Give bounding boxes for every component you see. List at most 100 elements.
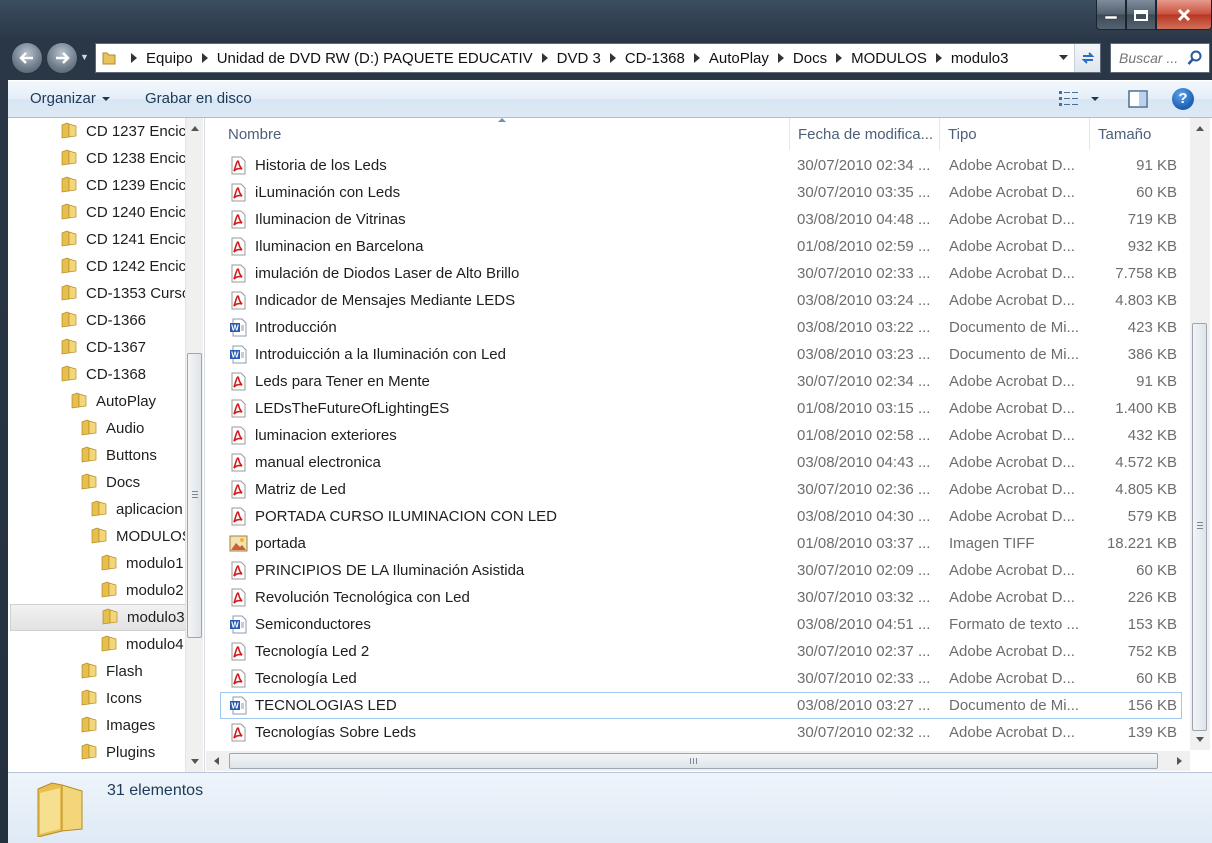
tree-item[interactable]: modulo1 bbox=[100, 550, 184, 577]
breadcrumb-separator[interactable] bbox=[131, 53, 137, 63]
scroll-thumb[interactable] bbox=[187, 353, 202, 638]
search-box[interactable] bbox=[1110, 43, 1210, 73]
file-name-cell[interactable]: portada bbox=[221, 534, 791, 553]
search-icon[interactable] bbox=[1187, 50, 1203, 66]
file-name-cell[interactable]: Leds para Tener en Mente bbox=[221, 372, 791, 391]
tree-item[interactable]: Images bbox=[80, 712, 184, 739]
file-row[interactable]: iLuminación con Leds 30/07/2010 03:35 ...… bbox=[220, 179, 1182, 206]
file-name-cell[interactable]: PORTADA CURSO ILUMINACION CON LED bbox=[221, 507, 791, 526]
tree-item[interactable]: AutoPlay bbox=[70, 388, 184, 415]
file-list-horizontal-scrollbar[interactable] bbox=[206, 751, 1190, 771]
preview-pane-icon[interactable] bbox=[1128, 89, 1148, 109]
file-row[interactable]: Tecnologías Sobre Leds 30/07/2010 02:32 .… bbox=[220, 719, 1182, 746]
tree-item[interactable]: CD 1237 Encicl bbox=[60, 118, 189, 145]
tree-item[interactable]: CD 1239 Encicl bbox=[60, 172, 189, 199]
nav-pane-vertical-scrollbar[interactable] bbox=[185, 118, 203, 772]
breadcrumb-item[interactable]: CD-1368 bbox=[625, 50, 685, 67]
breadcrumb-separator[interactable] bbox=[935, 53, 942, 63]
file-row[interactable]: LEDsTheFutureOfLightingES 01/08/2010 03:1… bbox=[220, 395, 1182, 422]
minimize-button[interactable] bbox=[1096, 0, 1126, 30]
file-name-cell[interactable]: PRINCIPIOS DE LA Iluminación Asistida bbox=[221, 561, 791, 580]
scroll-left-button[interactable] bbox=[208, 752, 225, 770]
tree-item[interactable]: CD-1368 bbox=[60, 361, 184, 388]
file-row[interactable]: Leds para Tener en Mente 30/07/2010 02:34… bbox=[220, 368, 1182, 395]
back-button[interactable] bbox=[11, 42, 43, 74]
file-name-cell[interactable]: imulación de Diodos Laser de Alto Brillo bbox=[221, 264, 791, 283]
organize-menu-button[interactable]: Organizar bbox=[30, 90, 110, 107]
tree-item[interactable]: CD 1240 Encicl bbox=[60, 199, 189, 226]
file-name-cell[interactable]: Tecnologías Sobre Leds bbox=[221, 723, 791, 742]
file-name-cell[interactable]: iLuminación con Leds bbox=[221, 183, 791, 202]
refresh-button[interactable] bbox=[1074, 44, 1100, 72]
file-name-cell[interactable]: Matriz de Led bbox=[221, 480, 791, 499]
file-row[interactable]: luminacion exteriores 01/08/2010 02:58 ..… bbox=[220, 422, 1182, 449]
tree-item[interactable]: CD 1238 Encicl bbox=[60, 145, 189, 172]
tree-item[interactable]: MODULOS bbox=[90, 523, 192, 550]
file-name-cell[interactable]: Historia de los Leds bbox=[221, 156, 791, 175]
breadcrumb-separator[interactable] bbox=[836, 53, 843, 63]
tree-item[interactable]: Audio bbox=[80, 415, 184, 442]
address-bar[interactable]: Equipo Unidad de DVD RW (D:) PAQUETE EDUC… bbox=[95, 43, 1101, 73]
tree-item[interactable]: CD-1353 Curso bbox=[60, 280, 190, 307]
tree-item[interactable]: Plugins bbox=[80, 739, 184, 766]
breadcrumb-separator[interactable] bbox=[609, 53, 616, 63]
file-name-cell[interactable]: Iluminacion en Barcelona bbox=[221, 237, 791, 256]
file-name-cell[interactable]: Indicador de Mensajes Mediante LEDS bbox=[221, 291, 791, 310]
tree-item[interactable]: CD 1242 Encicl bbox=[60, 253, 189, 280]
scroll-up-button[interactable] bbox=[1191, 120, 1209, 137]
file-list-vertical-scrollbar[interactable] bbox=[1190, 118, 1210, 750]
scroll-down-button[interactable] bbox=[186, 753, 203, 770]
breadcrumb-separator[interactable] bbox=[201, 53, 208, 63]
column-header-date[interactable]: Fecha de modifica... bbox=[790, 118, 940, 150]
burn-to-disc-button[interactable]: Grabar en disco bbox=[145, 90, 252, 107]
file-row[interactable]: manual electronica 03/08/2010 04:43 ... Ad… bbox=[220, 449, 1182, 476]
close-button[interactable] bbox=[1156, 0, 1212, 30]
search-input[interactable] bbox=[1119, 50, 1185, 66]
file-row[interactable]: Indicador de Mensajes Mediante LEDS 03/08… bbox=[220, 287, 1182, 314]
scroll-thumb[interactable] bbox=[229, 753, 1158, 769]
file-row[interactable]: portada 01/08/2010 03:37 ... Imagen TIFF 18… bbox=[220, 530, 1182, 557]
file-row[interactable]: W Introduicción a la Iluminación con Led 0… bbox=[220, 341, 1182, 368]
file-name-cell[interactable]: Revolución Tecnológica con Led bbox=[221, 588, 791, 607]
tree-item[interactable]: Icons bbox=[80, 685, 184, 712]
tree-item[interactable]: modulo2 bbox=[100, 577, 184, 604]
tree-item[interactable]: modulo4 bbox=[100, 631, 184, 658]
file-name-cell[interactable]: LEDsTheFutureOfLightingES bbox=[221, 399, 791, 418]
breadcrumb-item[interactable]: DVD 3 bbox=[557, 50, 601, 67]
tree-item[interactable]: CD 1241 Encicl bbox=[60, 226, 189, 253]
maximize-button[interactable] bbox=[1126, 0, 1156, 30]
breadcrumb-item[interactable]: MODULOS bbox=[851, 50, 927, 67]
scroll-down-button[interactable] bbox=[1191, 731, 1209, 748]
file-name-cell[interactable]: Tecnología Led bbox=[221, 669, 791, 688]
view-list-icon[interactable] bbox=[1059, 90, 1079, 108]
breadcrumb-separator[interactable] bbox=[693, 53, 700, 63]
tree-item[interactable]: modulo3 bbox=[10, 604, 186, 631]
file-row[interactable]: Revolución Tecnológica con Led 30/07/2010… bbox=[220, 584, 1182, 611]
breadcrumb-item[interactable]: Unidad de DVD RW (D:) PAQUETE EDUCATIV bbox=[217, 50, 533, 67]
file-row[interactable]: PORTADA CURSO ILUMINACION CON LED 03/08/2… bbox=[220, 503, 1182, 530]
file-name-cell[interactable]: Tecnología Led 2 bbox=[221, 642, 791, 661]
breadcrumb-item[interactable]: Docs bbox=[793, 50, 827, 67]
scroll-up-button[interactable] bbox=[186, 120, 203, 137]
file-name-cell[interactable]: W Introduicción a la Iluminación con Led bbox=[221, 345, 791, 364]
column-header-type[interactable]: Tipo bbox=[940, 118, 1090, 150]
file-row[interactable]: Iluminacion de Vitrinas 03/08/2010 04:48 … bbox=[220, 206, 1182, 233]
file-row[interactable]: W Semiconductores 03/08/2010 04:51 ... Form… bbox=[220, 611, 1182, 638]
file-row[interactable]: imulación de Diodos Laser de Alto Brillo… bbox=[220, 260, 1182, 287]
file-row[interactable]: W Introducción 03/08/2010 03:22 ... Documen… bbox=[220, 314, 1182, 341]
file-name-cell[interactable]: W Semiconductores bbox=[221, 615, 791, 634]
file-row[interactable]: Matriz de Led 30/07/2010 02:36 ... Adobe A… bbox=[220, 476, 1182, 503]
breadcrumb-item[interactable]: AutoPlay bbox=[709, 50, 769, 67]
tree-item[interactable]: Flash bbox=[80, 658, 184, 685]
breadcrumb-separator[interactable] bbox=[777, 53, 784, 63]
tree-item[interactable]: CD-1366 bbox=[60, 307, 184, 334]
breadcrumb[interactable]: Equipo Unidad de DVD RW (D:) PAQUETE EDUC… bbox=[122, 50, 1052, 67]
breadcrumb-item[interactable]: Equipo bbox=[146, 50, 193, 67]
column-header-name[interactable]: Nombre bbox=[220, 118, 790, 150]
file-row[interactable]: Tecnología Led 30/07/2010 02:33 ... Adobe … bbox=[220, 665, 1182, 692]
scroll-right-button[interactable] bbox=[1171, 752, 1188, 770]
file-name-cell[interactable]: W TECNOLOGIAS LED bbox=[221, 696, 791, 715]
breadcrumb-separator[interactable] bbox=[541, 53, 548, 63]
help-icon[interactable]: ? bbox=[1172, 88, 1194, 110]
forward-button[interactable] bbox=[46, 42, 78, 74]
